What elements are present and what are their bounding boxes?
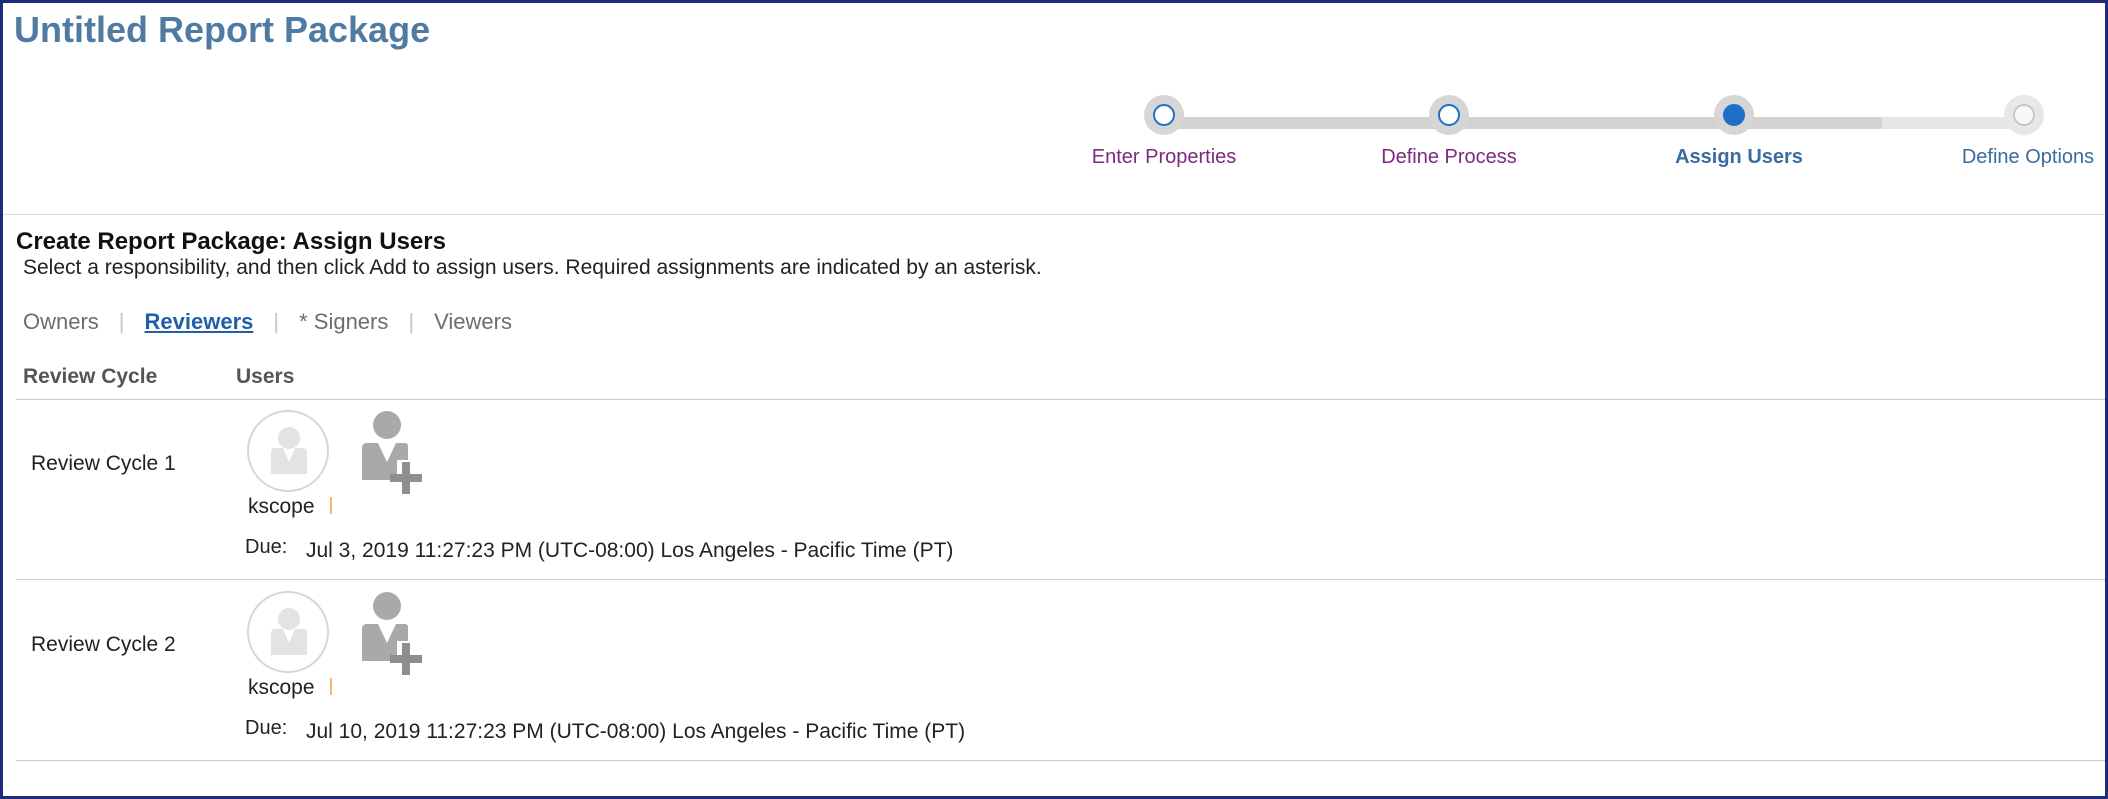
- due-label: Due:: [245, 717, 288, 739]
- header-divider: [3, 214, 2105, 215]
- train-label-assign-users[interactable]: Assign Users: [1675, 146, 1803, 169]
- process-train: Enter Properties Define Process Assign U…: [1083, 95, 2094, 175]
- responsibility-tabs: Owners | Reviewers | * Signers | Viewers: [23, 309, 512, 335]
- tab-reviewers[interactable]: Reviewers: [145, 309, 254, 335]
- due-date: Jul 10, 2019 11:27:23 PM (UTC-08:00) Los…: [306, 720, 966, 743]
- user-avatar-icon[interactable]: [247, 410, 329, 492]
- train-stop-define-process[interactable]: [1429, 95, 1469, 135]
- user-name[interactable]: kscope: [248, 495, 315, 519]
- train-stop-assign-users[interactable]: [1714, 95, 1754, 135]
- tab-separator: |: [273, 309, 280, 334]
- tab-viewers[interactable]: Viewers: [434, 309, 512, 335]
- table-row: Review Cycle 2 kscope Due: Jul 10, 2019 …: [16, 581, 2105, 761]
- user-indicator: [330, 678, 332, 695]
- add-user-icon[interactable]: [347, 591, 439, 679]
- user-avatar-icon[interactable]: [247, 591, 329, 673]
- row-divider: [16, 760, 2105, 761]
- column-header-review-cycle: Review Cycle: [23, 365, 158, 388]
- tab-owners[interactable]: Owners: [23, 309, 99, 335]
- window-frame: Untitled Report Package Enter Properties…: [0, 0, 2108, 799]
- due-label: Due:: [245, 536, 288, 558]
- train-label-enter-properties[interactable]: Enter Properties: [1092, 146, 1237, 169]
- add-user-icon[interactable]: [347, 410, 439, 498]
- user-indicator: [330, 497, 332, 514]
- train-track-progress: [1164, 117, 1882, 129]
- review-cycle-name: Review Cycle 1: [31, 452, 176, 475]
- train-stop-enter-properties[interactable]: [1144, 95, 1184, 135]
- train-label-define-options[interactable]: Define Options: [1962, 146, 2094, 169]
- app-title: Untitled Report Package: [14, 9, 431, 50]
- tab-separator: |: [408, 309, 415, 334]
- row-divider: [16, 579, 2105, 580]
- train-stop-define-options[interactable]: [2004, 95, 2044, 135]
- train-label-define-process[interactable]: Define Process: [1381, 146, 1517, 169]
- tab-separator: |: [118, 309, 125, 334]
- instructions-text: Select a responsibility, and then click …: [23, 256, 1042, 279]
- tab-signers[interactable]: * Signers: [299, 309, 388, 335]
- due-date: Jul 3, 2019 11:27:23 PM (UTC-08:00) Los …: [306, 539, 954, 562]
- user-name[interactable]: kscope: [248, 676, 315, 700]
- table-row: Review Cycle 1 kscope Due: Jul 3, 2019 1…: [16, 400, 2105, 580]
- column-header-users: Users: [236, 365, 295, 388]
- review-cycle-name: Review Cycle 2: [31, 633, 176, 656]
- page-title: Create Report Package: Assign Users: [16, 228, 446, 255]
